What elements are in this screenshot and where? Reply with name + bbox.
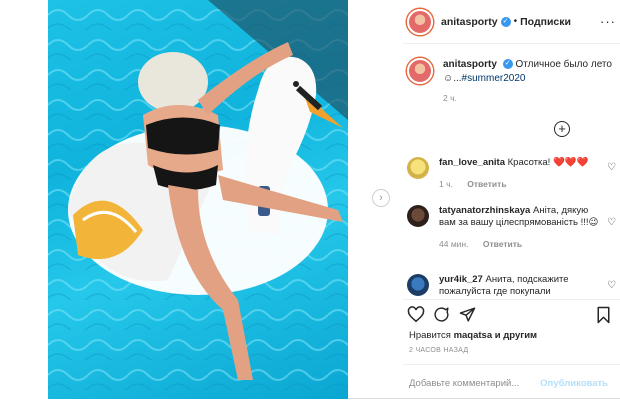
comment-username[interactable]: fan_love_anita xyxy=(439,157,505,168)
caption-username[interactable]: anitasporty xyxy=(443,59,497,70)
verified-badge-icon: ✓ xyxy=(502,59,513,70)
heart-icon[interactable] xyxy=(407,306,425,323)
post-photo[interactable] xyxy=(48,0,348,399)
comment-username[interactable]: yur4ik_27 xyxy=(439,274,483,285)
avatar[interactable] xyxy=(407,8,433,35)
comment-time[interactable]: 1 ч. xyxy=(439,179,453,189)
publish-button[interactable]: Опубликовать xyxy=(540,378,608,389)
share-icon[interactable] xyxy=(459,306,476,323)
add-comment-bar: Добавьте комментарий... Опубликовать xyxy=(403,364,620,400)
comment-avatar[interactable] xyxy=(407,274,429,296)
post-actions: Нравится maqatsa и другим 2 ЧАСОВ НАЗАД … xyxy=(403,299,620,399)
caption-hashtag[interactable]: #summer2020 xyxy=(462,73,526,84)
instagram-post: › anitasporty ✓ • Подписки ··· anitaspor… xyxy=(48,0,620,399)
verified-badge-icon: ✓ xyxy=(500,16,511,27)
comment-text: Красотка! ❤️❤️❤️ xyxy=(507,157,589,168)
pool-swan-image xyxy=(48,0,348,399)
next-image-button[interactable]: › xyxy=(372,189,390,207)
comment-like-icon[interactable]: ♡ xyxy=(607,162,616,173)
comment-icon[interactable] xyxy=(433,306,450,323)
plus-circle-icon[interactable]: + xyxy=(554,121,570,137)
caption-ellipsis: ☺... xyxy=(443,73,462,84)
likes-prefix: Нравится xyxy=(409,330,451,341)
comment-item: fan_love_anita Красотка! ❤️❤️❤️ 1 ч. Отв… xyxy=(407,157,620,190)
post-timestamp[interactable]: 2 ЧАСОВ НАЗАД xyxy=(409,347,468,354)
header-username[interactable]: anitasporty xyxy=(441,16,498,28)
comment-avatar[interactable] xyxy=(407,157,429,179)
comment-item: tatyanatorzhinskaya Аніта, дякую вам за … xyxy=(407,205,620,250)
caption-avatar[interactable] xyxy=(407,58,433,84)
post-header: anitasporty ✓ • Подписки ··· xyxy=(403,0,620,44)
comment-input[interactable]: Добавьте комментарий... xyxy=(409,378,519,389)
bookmark-icon[interactable] xyxy=(596,306,611,324)
post-caption: anitasporty ✓ Отличное было лето ☺...#su… xyxy=(407,58,617,103)
comment-username[interactable]: tatyanatorzhinskaya xyxy=(439,205,530,216)
likes-text: Нравится maqatsa и другим xyxy=(409,330,537,341)
comment-like-icon[interactable]: ♡ xyxy=(607,280,616,291)
comment-like-icon[interactable]: ♡ xyxy=(607,217,616,228)
post-sidebar: anitasporty ✓ • Подписки ··· anitasporty… xyxy=(403,0,620,399)
caption-time[interactable]: 2 ч. xyxy=(443,93,617,103)
caption-text: Отличное было лето xyxy=(515,59,612,70)
more-options-icon[interactable]: ··· xyxy=(600,14,616,29)
reply-button[interactable]: Ответить xyxy=(483,239,522,249)
comment-time[interactable]: 44 мин. xyxy=(439,239,468,249)
likes-username[interactable]: maqatsa xyxy=(454,330,493,341)
comment-item: yur4ik_27 Анита, подскажите пожалуйста г… xyxy=(407,274,620,298)
following-button[interactable]: Подписки xyxy=(520,16,571,28)
comment-avatar[interactable] xyxy=(407,205,429,227)
separator-dot: • xyxy=(513,16,518,27)
reply-button[interactable]: Ответить xyxy=(467,179,506,189)
likes-suffix[interactable]: и другим xyxy=(495,330,537,341)
